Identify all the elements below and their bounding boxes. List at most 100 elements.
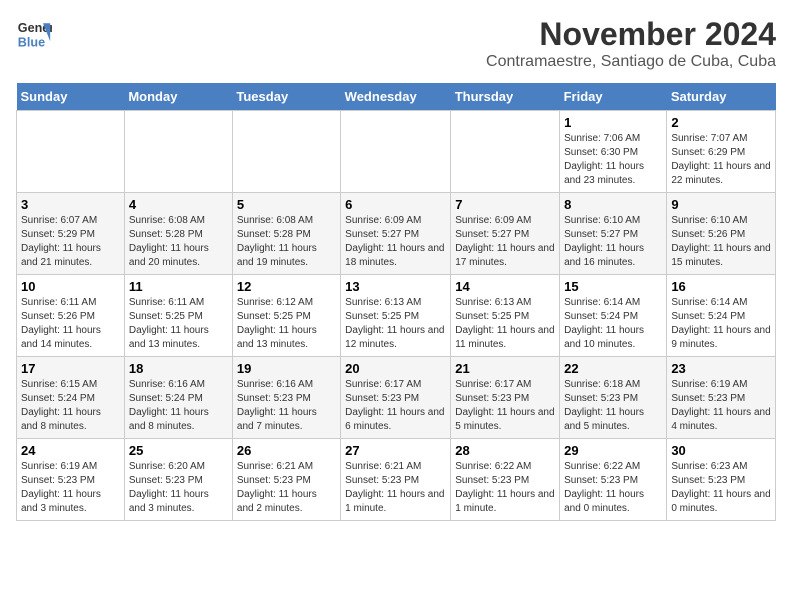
cell-day-info: Sunrise: 6:12 AM Sunset: 5:25 PM Dayligh… [237, 296, 336, 352]
calendar-cell [451, 111, 560, 193]
calendar-cell: 12Sunrise: 6:12 AM Sunset: 5:25 PM Dayli… [232, 275, 340, 357]
calendar-cell: 3 Sunrise: 6:07 AM Sunset: 5:29 PM Daylig… [17, 193, 125, 275]
location-title: Contramaestre, Santiago de Cuba, Cuba [486, 53, 776, 71]
cell-day-number: 5 [237, 197, 336, 212]
cell-day-number: 28 [455, 443, 555, 458]
cell-day-number: 4 [129, 197, 228, 212]
cell-day-info: Sunrise: 6:21 AM Sunset: 5:23 PM Dayligh… [345, 460, 446, 516]
calendar-cell [17, 111, 125, 193]
calendar-cell: 5 Sunrise: 6:08 AM Sunset: 5:28 PM Daylig… [232, 193, 340, 275]
title-area: November 2024 Contramaestre, Santiago de… [486, 16, 776, 71]
calendar-cell: 28 Sunrise: 6:22 AM Sunset: 5:23 PM Dayli… [451, 439, 560, 521]
calendar-header-row: SundayMondayTuesdayWednesdayThursdayFrid… [17, 83, 776, 111]
calendar-cell: 18 Sunrise: 6:16 AM Sunset: 5:24 PM Dayli… [124, 357, 232, 439]
cell-day-info: Sunrise: 6:18 AM Sunset: 5:23 PM Dayligh… [564, 378, 662, 434]
calendar-cell: 26 Sunrise: 6:21 AM Sunset: 5:23 PM Dayli… [232, 439, 340, 521]
cell-day-number: 30 [671, 443, 771, 458]
cell-day-info: Sunrise: 6:23 AM Sunset: 5:23 PM Dayligh… [671, 460, 771, 516]
cell-day-info: Sunrise: 6:08 AM Sunset: 5:28 PM Dayligh… [129, 214, 228, 270]
calendar-cell [232, 111, 340, 193]
calendar-cell: 11 Sunrise: 6:11 AM Sunset: 5:25 PM Dayli… [124, 275, 232, 357]
calendar-week-row: 10 Sunrise: 6:11 AM Sunset: 5:26 PM Dayli… [17, 275, 776, 357]
cell-day-number: 23 [671, 361, 771, 376]
cell-day-info: Sunrise: 6:14 AM Sunset: 5:24 PM Dayligh… [671, 296, 771, 352]
header-friday: Friday [560, 83, 667, 111]
cell-day-number: 26 [237, 443, 336, 458]
cell-day-info: Sunrise: 6:08 AM Sunset: 5:28 PM Dayligh… [237, 214, 336, 270]
cell-day-number: 20 [345, 361, 446, 376]
logo: General Blue [16, 16, 52, 52]
cell-day-number: 22 [564, 361, 662, 376]
header-monday: Monday [124, 83, 232, 111]
header-sunday: Sunday [17, 83, 125, 111]
calendar-cell: 20Sunrise: 6:17 AM Sunset: 5:23 PM Dayli… [341, 357, 451, 439]
cell-day-number: 6 [345, 197, 446, 212]
cell-day-info: Sunrise: 6:22 AM Sunset: 5:23 PM Dayligh… [455, 460, 555, 516]
cell-day-number: 16 [671, 279, 771, 294]
cell-day-number: 21 [455, 361, 555, 376]
cell-day-info: Sunrise: 6:21 AM Sunset: 5:23 PM Dayligh… [237, 460, 336, 516]
cell-day-info: Sunrise: 6:13 AM Sunset: 5:25 PM Dayligh… [345, 296, 446, 352]
cell-day-info: Sunrise: 6:22 AM Sunset: 5:23 PM Dayligh… [564, 460, 662, 516]
cell-day-number: 18 [129, 361, 228, 376]
cell-day-number: 15 [564, 279, 662, 294]
cell-day-info: Sunrise: 6:13 AM Sunset: 5:25 PM Dayligh… [455, 296, 555, 352]
cell-day-info: Sunrise: 6:16 AM Sunset: 5:24 PM Dayligh… [129, 378, 228, 434]
calendar-cell: 21 Sunrise: 6:17 AM Sunset: 5:23 PM Dayli… [451, 357, 560, 439]
cell-day-info: Sunrise: 6:15 AM Sunset: 5:24 PM Dayligh… [21, 378, 120, 434]
cell-day-number: 3 [21, 197, 120, 212]
calendar-cell: 1Sunrise: 7:06 AM Sunset: 6:30 PM Daylig… [560, 111, 667, 193]
calendar-cell: 14Sunrise: 6:13 AM Sunset: 5:25 PM Dayli… [451, 275, 560, 357]
calendar-cell: 7Sunrise: 6:09 AM Sunset: 5:27 PM Daylig… [451, 193, 560, 275]
calendar-cell: 15 Sunrise: 6:14 AM Sunset: 5:24 PM Dayli… [560, 275, 667, 357]
cell-day-number: 11 [129, 279, 228, 294]
calendar-cell: 22 Sunrise: 6:18 AM Sunset: 5:23 PM Dayli… [560, 357, 667, 439]
cell-day-number: 17 [21, 361, 120, 376]
cell-day-number: 19 [237, 361, 336, 376]
calendar-cell: 24 Sunrise: 6:19 AM Sunset: 5:23 PM Dayli… [17, 439, 125, 521]
calendar-cell [341, 111, 451, 193]
cell-day-number: 29 [564, 443, 662, 458]
cell-day-info: Sunrise: 6:16 AM Sunset: 5:23 PM Dayligh… [237, 378, 336, 434]
calendar-cell: 23 Sunrise: 6:19 AM Sunset: 5:23 PM Dayli… [667, 357, 776, 439]
header-wednesday: Wednesday [341, 83, 451, 111]
calendar-cell: 19 Sunrise: 6:16 AM Sunset: 5:23 PM Dayli… [232, 357, 340, 439]
calendar-week-row: 24 Sunrise: 6:19 AM Sunset: 5:23 PM Dayli… [17, 439, 776, 521]
page-header: General Blue November 2024 Contramaestre… [16, 16, 776, 71]
cell-day-number: 13 [345, 279, 446, 294]
cell-day-number: 27 [345, 443, 446, 458]
cell-day-info: Sunrise: 6:10 AM Sunset: 5:27 PM Dayligh… [564, 214, 662, 270]
cell-day-number: 8 [564, 197, 662, 212]
cell-day-number: 1 [564, 115, 662, 130]
cell-day-number: 10 [21, 279, 120, 294]
cell-day-info: Sunrise: 6:17 AM Sunset: 5:23 PM Dayligh… [455, 378, 555, 434]
calendar-table: SundayMondayTuesdayWednesdayThursdayFrid… [16, 83, 776, 521]
calendar-cell: 29 Sunrise: 6:22 AM Sunset: 5:23 PM Dayli… [560, 439, 667, 521]
calendar-cell: 30 Sunrise: 6:23 AM Sunset: 5:23 PM Dayli… [667, 439, 776, 521]
cell-day-info: Sunrise: 6:20 AM Sunset: 5:23 PM Dayligh… [129, 460, 228, 516]
cell-day-info: Sunrise: 6:07 AM Sunset: 5:29 PM Dayligh… [21, 214, 120, 270]
cell-day-info: Sunrise: 6:09 AM Sunset: 5:27 PM Dayligh… [345, 214, 446, 270]
cell-day-info: Sunrise: 6:11 AM Sunset: 5:25 PM Dayligh… [129, 296, 228, 352]
cell-day-number: 25 [129, 443, 228, 458]
cell-day-info: Sunrise: 6:19 AM Sunset: 5:23 PM Dayligh… [21, 460, 120, 516]
calendar-cell: 4 Sunrise: 6:08 AM Sunset: 5:28 PM Daylig… [124, 193, 232, 275]
header-thursday: Thursday [451, 83, 560, 111]
cell-day-info: Sunrise: 7:07 AM Sunset: 6:29 PM Dayligh… [671, 132, 771, 188]
cell-day-info: Sunrise: 6:14 AM Sunset: 5:24 PM Dayligh… [564, 296, 662, 352]
calendar-cell: 2 Sunrise: 7:07 AM Sunset: 6:29 PM Daylig… [667, 111, 776, 193]
month-title: November 2024 [486, 16, 776, 53]
calendar-cell: 25 Sunrise: 6:20 AM Sunset: 5:23 PM Dayli… [124, 439, 232, 521]
cell-day-number: 9 [671, 197, 771, 212]
calendar-cell: 27 Sunrise: 6:21 AM Sunset: 5:23 PM Dayli… [341, 439, 451, 521]
calendar-week-row: 1Sunrise: 7:06 AM Sunset: 6:30 PM Daylig… [17, 111, 776, 193]
calendar-cell: 16 Sunrise: 6:14 AM Sunset: 5:24 PM Dayli… [667, 275, 776, 357]
cell-day-number: 24 [21, 443, 120, 458]
cell-day-number: 2 [671, 115, 771, 130]
calendar-cell: 8 Sunrise: 6:10 AM Sunset: 5:27 PM Daylig… [560, 193, 667, 275]
cell-day-info: Sunrise: 6:19 AM Sunset: 5:23 PM Dayligh… [671, 378, 771, 434]
calendar-cell [124, 111, 232, 193]
cell-day-info: Sunrise: 6:11 AM Sunset: 5:26 PM Dayligh… [21, 296, 120, 352]
header-saturday: Saturday [667, 83, 776, 111]
calendar-cell: 10 Sunrise: 6:11 AM Sunset: 5:26 PM Dayli… [17, 275, 125, 357]
